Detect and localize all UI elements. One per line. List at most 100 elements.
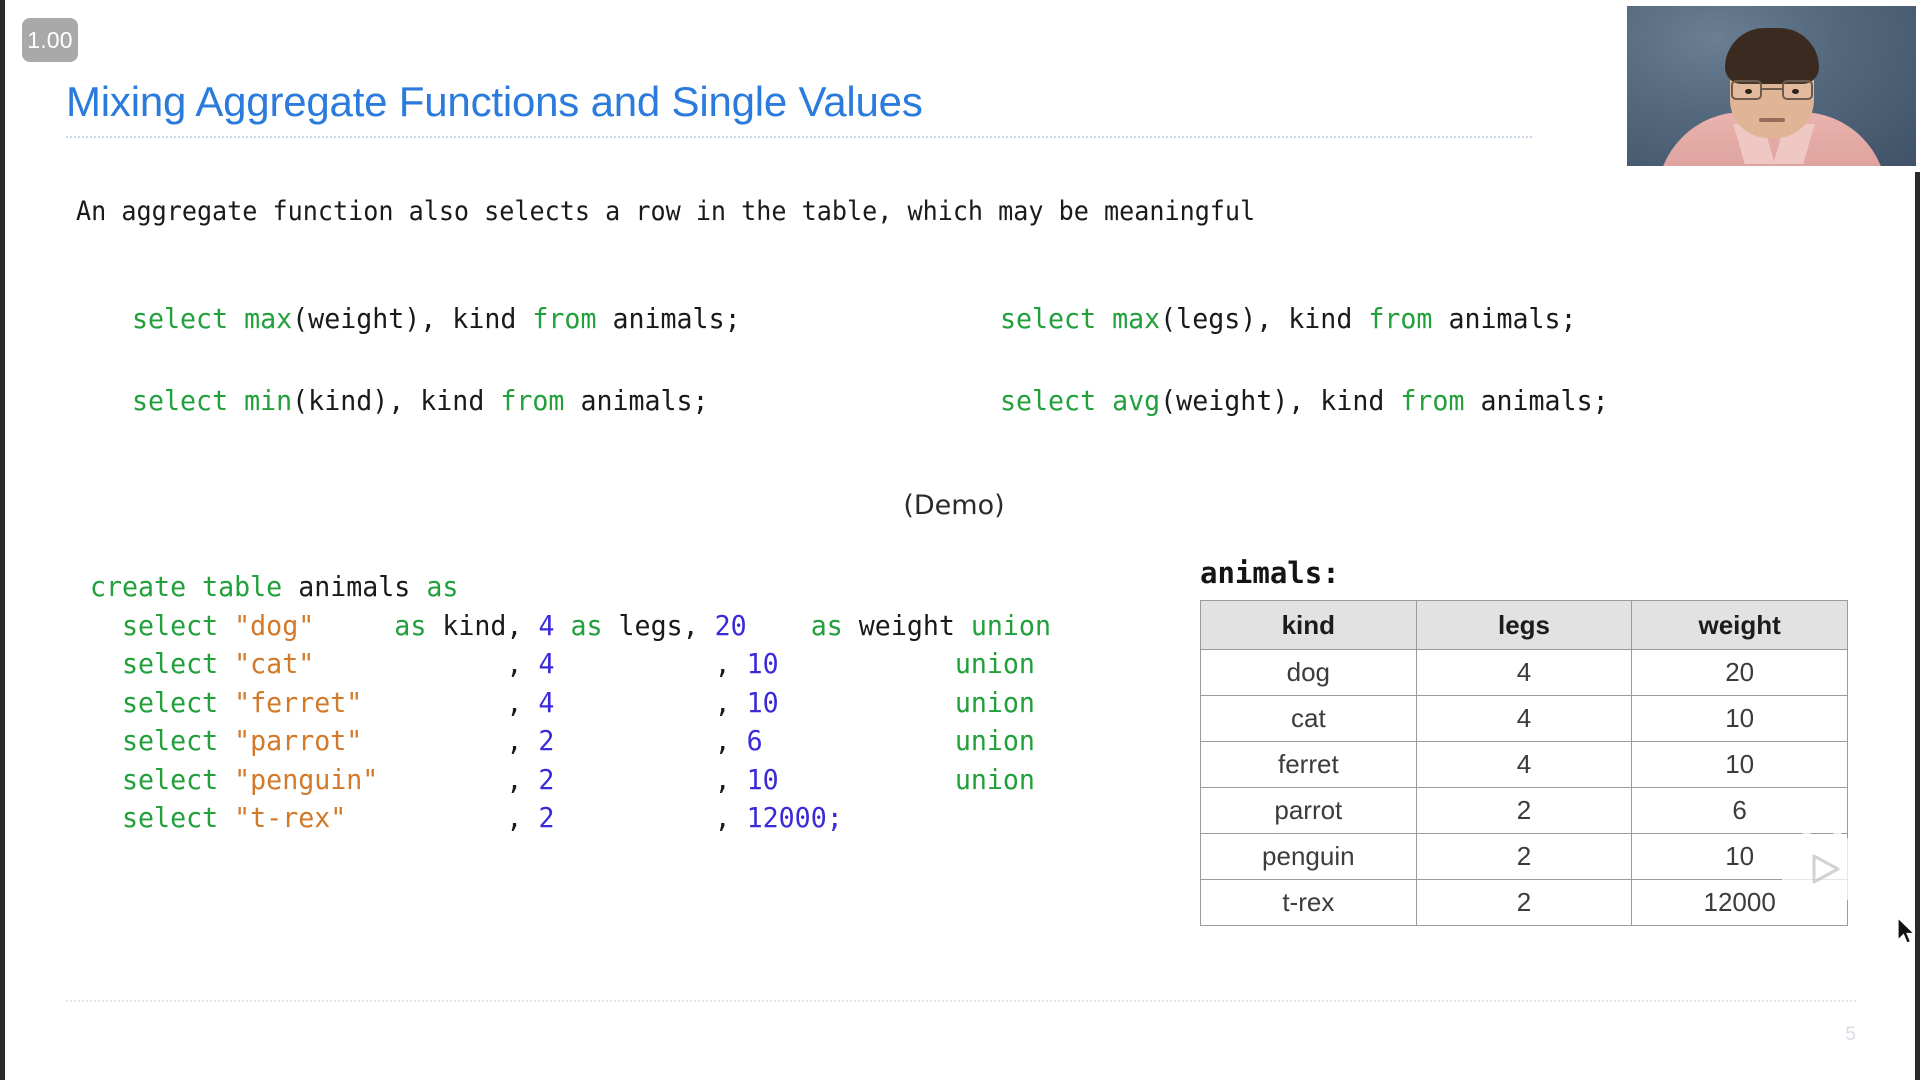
- column-header-weight: weight: [1631, 600, 1848, 650]
- code-token-kw: select: [122, 685, 219, 719]
- column-header-legs: legs: [1415, 600, 1633, 650]
- glasses-lens-left: [1730, 80, 1762, 100]
- code-token-kw: union: [954, 762, 1035, 796]
- code-token-num: 2: [538, 801, 555, 834]
- code-token-id: animals: [282, 570, 427, 603]
- table-cell-legs: 4: [1415, 695, 1633, 742]
- code-token-kw: as: [570, 608, 603, 642]
- code-token-id: animals;: [1464, 384, 1609, 417]
- table-cell-weight: 12000: [1631, 879, 1848, 926]
- table-cell-kind: ferret: [1200, 741, 1417, 788]
- table-cell-legs: 2: [1415, 879, 1633, 926]
- code-token-kw: as: [394, 608, 427, 642]
- code-token-id: [228, 384, 244, 417]
- code-token-fn: avg: [1112, 384, 1161, 417]
- code-token-kw: union: [954, 724, 1035, 757]
- code-token-num: 4: [538, 608, 555, 642]
- page-title: Mixing Aggregate Functions and Single Va…: [66, 78, 923, 125]
- table-cell-legs: 4: [1415, 649, 1633, 696]
- code-token-id: ,: [346, 801, 539, 834]
- table-cell-kind: penguin: [1200, 833, 1417, 880]
- speaker-eye-right: [1791, 89, 1799, 94]
- code-token-kw: from: [532, 302, 597, 335]
- column-header-kind: kind: [1200, 600, 1417, 650]
- code-token-str: "cat": [234, 647, 315, 680]
- code-token-id: animals;: [596, 302, 741, 335]
- table-row: penguin 2 10: [1200, 833, 1848, 880]
- code-token-num: 2: [538, 724, 555, 757]
- animals-result-table: kind legs weight dog 4 20 cat 4 10 ferret 4 10 parr…: [1200, 600, 1848, 926]
- code-token-id: ,: [554, 724, 747, 757]
- speaker-eye-left: [1744, 89, 1752, 94]
- table-row: dog 4 20: [1200, 649, 1848, 696]
- code-token-num: 6: [746, 724, 763, 757]
- code-token-kw: select: [122, 801, 219, 834]
- code-token-kw: select: [1000, 302, 1097, 335]
- code-token-fn: max: [244, 302, 293, 335]
- query-max-legs: select max(legs), kind from animals;: [1000, 302, 1577, 335]
- code-token-id: (weight), kind: [292, 302, 533, 335]
- demo-marker: (Demo): [0, 490, 1920, 521]
- speaker-mouth: [1758, 118, 1785, 122]
- code-token-str: "penguin": [234, 762, 379, 796]
- code-token-kw: union: [954, 647, 1035, 680]
- title-divider: [66, 136, 1532, 138]
- code-token-kw: as: [426, 570, 459, 603]
- code-token-id: ,: [554, 685, 747, 719]
- table-cell-kind: t-rex: [1200, 879, 1417, 926]
- code-token-id: [218, 609, 234, 642]
- code-token-fn: min: [244, 384, 293, 417]
- code-token-id: ,: [554, 762, 747, 796]
- code-token-num: 4: [538, 685, 555, 719]
- slide-canvas: 1.00 Mixing Aggregate Functions and Sing…: [0, 0, 1920, 1080]
- code-token-id: [1096, 302, 1112, 335]
- code-token-id: (weight), kind: [1160, 384, 1401, 417]
- code-token-kw: select: [122, 608, 219, 642]
- code-token-kw: select: [132, 384, 229, 417]
- webcam-video-pip[interactable]: [1623, 0, 1920, 172]
- code-token-num: 4: [538, 647, 555, 680]
- code-token-num: 2: [538, 762, 555, 796]
- code-token-id: [554, 609, 570, 642]
- left-edge-bar: [0, 0, 5, 1080]
- code-token-num: 20: [714, 608, 747, 642]
- code-token-id: [779, 763, 955, 796]
- code-token-id: ,: [362, 724, 539, 757]
- code-token-id: [779, 647, 955, 680]
- animals-table-head: kind legs weight: [1200, 600, 1848, 650]
- glasses-bridge: [1761, 88, 1782, 90]
- table-row: cat 4 10: [1200, 695, 1848, 742]
- playback-speed-badge[interactable]: 1.00: [22, 18, 78, 62]
- table-cell-weight: 10: [1631, 833, 1848, 880]
- code-token-id: [218, 763, 234, 796]
- code-token-id: [90, 686, 122, 719]
- code-token-num: 12000;: [746, 801, 843, 834]
- code-token-id: [218, 686, 234, 719]
- footer-divider: [66, 1000, 1856, 1002]
- code-token-num: 10: [746, 762, 779, 796]
- table-row: t-rex 2 12000: [1200, 879, 1848, 926]
- code-token-id: [90, 647, 122, 680]
- query-min-kind: select min(kind), kind from animals;: [132, 384, 709, 417]
- code-token-id: ,: [362, 685, 539, 719]
- code-token-kw: create table: [90, 570, 283, 603]
- code-token-kw: union: [970, 608, 1051, 642]
- speaker-hair: [1724, 28, 1819, 84]
- webcam-frame: [1627, 6, 1916, 166]
- create-table-code-block: create table animals as select "dog" as …: [90, 568, 1051, 838]
- code-token-kw: from: [500, 384, 565, 417]
- code-line: select "dog" as kind, 4 as legs, 20 as w…: [90, 607, 1051, 646]
- query-max-weight: select max(weight), kind from animals;: [132, 302, 741, 335]
- code-line: create table animals as: [90, 568, 1051, 607]
- animals-table-body: dog 4 20 cat 4 10 ferret 4 10 parrot 2 6 penguin 2 10 t…: [1200, 649, 1848, 926]
- code-line: select "parrot" , 2 , 6 union: [90, 722, 1051, 761]
- code-token-str: "dog": [234, 608, 315, 642]
- animals-table-caption: animals:: [1200, 556, 1340, 590]
- code-line: select "t-rex" , 2 , 12000;: [90, 799, 1051, 838]
- glasses-lens-right: [1781, 80, 1813, 100]
- demo-label: (Demo): [903, 490, 1005, 521]
- code-token-kw: select: [122, 647, 219, 680]
- code-token-kw: select: [122, 762, 219, 796]
- code-token-kw: select: [122, 724, 219, 757]
- speaker-glasses-icon: [1730, 80, 1813, 100]
